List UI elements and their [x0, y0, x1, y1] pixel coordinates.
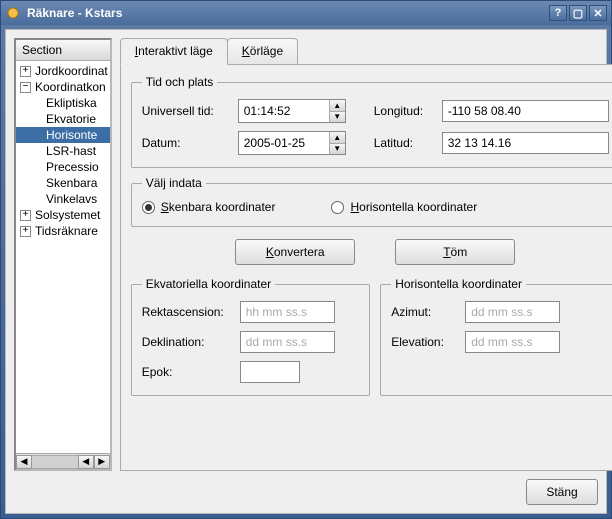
dec-label: Deklination: [142, 335, 232, 349]
close-button[interactable]: Stäng [526, 479, 598, 505]
ra-input[interactable] [240, 301, 335, 323]
date-input[interactable] [239, 132, 329, 154]
close-window-button[interactable]: ✕ [589, 5, 607, 21]
tabbar: Interaktivt läge Körläge [120, 38, 612, 64]
expand-icon[interactable]: + [20, 210, 31, 221]
titlebar: Räknare - Kstars ? ▢ ✕ [1, 1, 611, 25]
radio-horizontal[interactable]: Horisontella koordinater [331, 200, 477, 214]
radio-label: kenbara koordinater [169, 200, 276, 214]
tab-interactive[interactable]: Interaktivt läge [120, 38, 228, 65]
long-label: Longitud: [374, 104, 434, 118]
tree-item-horisonte[interactable]: Horisonte [16, 127, 110, 143]
spin-down-icon[interactable]: ▼ [330, 112, 345, 123]
radio-apparent[interactable]: Skenbara koordinater [142, 200, 276, 214]
az-input[interactable] [465, 301, 560, 323]
clear-button[interactable]: Töm [395, 239, 515, 265]
maximize-button[interactable]: ▢ [569, 5, 587, 21]
app-window: Räknare - Kstars ? ▢ ✕ Section +Jordkoor… [0, 0, 612, 519]
ut-spin[interactable]: ▲▼ [238, 99, 346, 123]
long-input[interactable] [442, 100, 609, 122]
lat-label: Latitud: [374, 136, 434, 150]
spin-up-icon[interactable]: ▲ [330, 100, 345, 112]
scroll-left-icon[interactable]: ◀ [16, 455, 32, 469]
tree-item-precessio[interactable]: Precessio [16, 159, 110, 175]
tree-item-ekvatorie[interactable]: Ekvatorie [16, 111, 110, 127]
tree-item-vinkelavs[interactable]: Vinkelavs [16, 191, 110, 207]
group-horizontal: Horisontella koordinater Azimut: Elevati… [380, 277, 612, 396]
tab-batch[interactable]: Körläge [227, 38, 298, 64]
tab-label: örläge [250, 44, 283, 58]
spin-up-icon[interactable]: ▲ [330, 132, 345, 144]
epoch-input[interactable] [240, 361, 300, 383]
tree-item-skenbara[interactable]: Skenbara [16, 175, 110, 191]
dec-input[interactable] [240, 331, 335, 353]
help-button[interactable]: ? [549, 5, 567, 21]
el-input[interactable] [465, 331, 560, 353]
expand-icon[interactable]: + [20, 66, 31, 77]
tree-item-tidsraknare[interactable]: +Tidsräknare [16, 223, 110, 239]
dialog-footer: Stäng [14, 471, 598, 505]
tabpage-interactive: Tid och plats Universell tid: ▲▼ Longitu… [120, 64, 612, 471]
date-label: Datum: [142, 136, 230, 150]
lat-input[interactable] [442, 132, 609, 154]
window-title: Räknare - Kstars [27, 6, 122, 20]
date-spin[interactable]: ▲▼ [238, 131, 346, 155]
collapse-icon[interactable]: − [20, 82, 31, 93]
group-input: Välj indata Skenbara koordinater Horison… [131, 176, 612, 227]
tree-item-ekliptiska[interactable]: Ekliptiska [16, 95, 110, 111]
content-area: Interaktivt läge Körläge Tid och plats U… [120, 38, 612, 471]
action-row: Konvertera Töm [131, 239, 612, 265]
tab-label: nteraktivt läge [138, 44, 213, 58]
section-panel: Section +Jordkoordinat −Koordinatkon Ekl… [14, 38, 112, 471]
app-icon [5, 5, 21, 21]
epoch-label: Epok: [142, 365, 232, 379]
group-legend: Ekvatoriella koordinater [142, 277, 275, 291]
expand-icon[interactable]: + [20, 226, 31, 237]
ut-input[interactable] [239, 100, 329, 122]
scroll-track[interactable] [32, 455, 78, 469]
spin-down-icon[interactable]: ▼ [330, 144, 345, 155]
tree-item-jordkoordinat[interactable]: +Jordkoordinat [16, 63, 110, 79]
radio-label: orisontella koordinater [359, 200, 477, 214]
group-equatorial: Ekvatoriella koordinater Rektascension: … [131, 277, 371, 396]
ut-label: Universell tid: [142, 104, 230, 118]
scroll-right-icon[interactable]: ▶ [94, 455, 110, 469]
group-legend: Välj indata [142, 176, 206, 190]
tree-item-koordinatkon[interactable]: −Koordinatkon [16, 79, 110, 95]
group-legend: Horisontella koordinater [391, 277, 526, 291]
group-timeplace: Tid och plats Universell tid: ▲▼ Longitu… [131, 75, 612, 168]
az-label: Azimut: [391, 305, 457, 319]
section-tree[interactable]: +Jordkoordinat −Koordinatkon Ekliptiska … [16, 61, 110, 453]
radio-dot-icon [142, 201, 155, 214]
el-label: Elevation: [391, 335, 457, 349]
tree-item-lsr-hast[interactable]: LSR-hast [16, 143, 110, 159]
radio-dot-icon [331, 201, 344, 214]
tree-hscrollbar[interactable]: ◀ ◀ ▶ [16, 453, 110, 469]
group-legend: Tid och plats [142, 75, 218, 89]
ra-label: Rektascension: [142, 305, 232, 319]
convert-button[interactable]: Konvertera [235, 239, 355, 265]
scroll-left2-icon[interactable]: ◀ [78, 455, 94, 469]
tree-item-solsystemet[interactable]: +Solsystemet [16, 207, 110, 223]
client-area: Section +Jordkoordinat −Koordinatkon Ekl… [5, 29, 607, 514]
section-header: Section [16, 40, 110, 61]
